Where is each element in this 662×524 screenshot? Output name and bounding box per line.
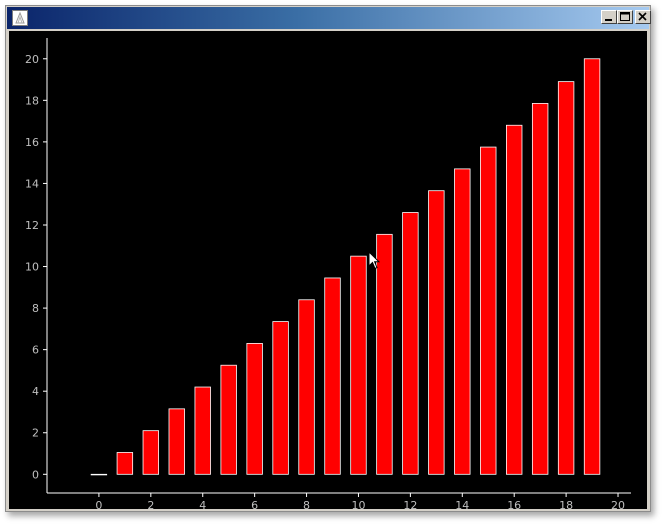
x-tick-label-12: 12 [403, 499, 417, 509]
x-tick-label-6: 6 [251, 499, 258, 509]
x-tick-label-18: 18 [559, 499, 573, 509]
close-icon [638, 12, 647, 21]
x-tick-label-10: 10 [351, 499, 365, 509]
bar-12 [402, 212, 419, 475]
bar-11 [376, 233, 393, 475]
mouse-cursor-icon [368, 251, 380, 270]
y-tick-label-0: 0 [32, 468, 39, 481]
x-tick-label-4: 4 [199, 499, 206, 509]
bar-4 [194, 386, 211, 475]
x-tick-label-14: 14 [455, 499, 469, 509]
bar-17 [531, 103, 549, 475]
bar-chart: 0 2 4 6 8 10 12 14 16 18 20 0 2 4 6 8 10 12 14 16 18 20 [25, 38, 631, 512]
y-tick-label-4: 4 [32, 385, 39, 398]
app-logo-icon[interactable] [12, 10, 28, 26]
bar-2 [142, 430, 160, 475]
maximize-icon [620, 12, 630, 21]
minimize-button[interactable] [601, 10, 617, 24]
bar-8 [298, 299, 315, 475]
x-tick-label-2: 2 [147, 499, 154, 509]
maximize-button[interactable] [617, 10, 633, 24]
x-tick-label-8: 8 [303, 499, 310, 509]
minimize-icon [605, 19, 612, 21]
y-tick-label-20: 20 [25, 53, 39, 66]
close-button[interactable] [635, 10, 651, 24]
title-bar[interactable] [7, 7, 651, 29]
bar-19 [583, 58, 601, 475]
bar-13 [428, 190, 445, 475]
bar-3 [168, 408, 185, 475]
y-tick-label-18: 18 [25, 94, 39, 107]
y-tick-label-6: 6 [32, 344, 39, 357]
y-tick-label-8: 8 [32, 302, 39, 315]
bar-14 [454, 168, 471, 475]
bar-10 [350, 255, 367, 475]
bar-5 [220, 364, 237, 475]
bar-18 [557, 81, 575, 475]
bar-9 [324, 277, 341, 475]
application-window: 0 2 4 6 8 10 12 14 16 18 20 0 2 4 6 8 10 12 14 16 18 20 [5, 5, 651, 512]
y-tick-label-16: 16 [25, 136, 39, 149]
y-tick-label-12: 12 [25, 219, 39, 232]
bar-15 [480, 146, 497, 475]
bar-0 [90, 473, 108, 476]
bar-1 [116, 452, 134, 475]
plot-canvas[interactable]: 0 2 4 6 8 10 12 14 16 18 20 0 2 4 6 8 10 12 14 16 18 20 [9, 31, 647, 512]
y-tick-label-2: 2 [32, 427, 39, 440]
bar-7 [272, 321, 289, 475]
y-tick-label-10: 10 [25, 261, 39, 274]
bar-6 [246, 343, 263, 475]
x-tick-label-16: 16 [507, 499, 521, 509]
x-tick-label-0: 0 [95, 499, 102, 509]
bar-16 [506, 124, 523, 475]
x-tick-label-20: 20 [611, 499, 625, 509]
y-tick-label-14: 14 [25, 177, 39, 190]
